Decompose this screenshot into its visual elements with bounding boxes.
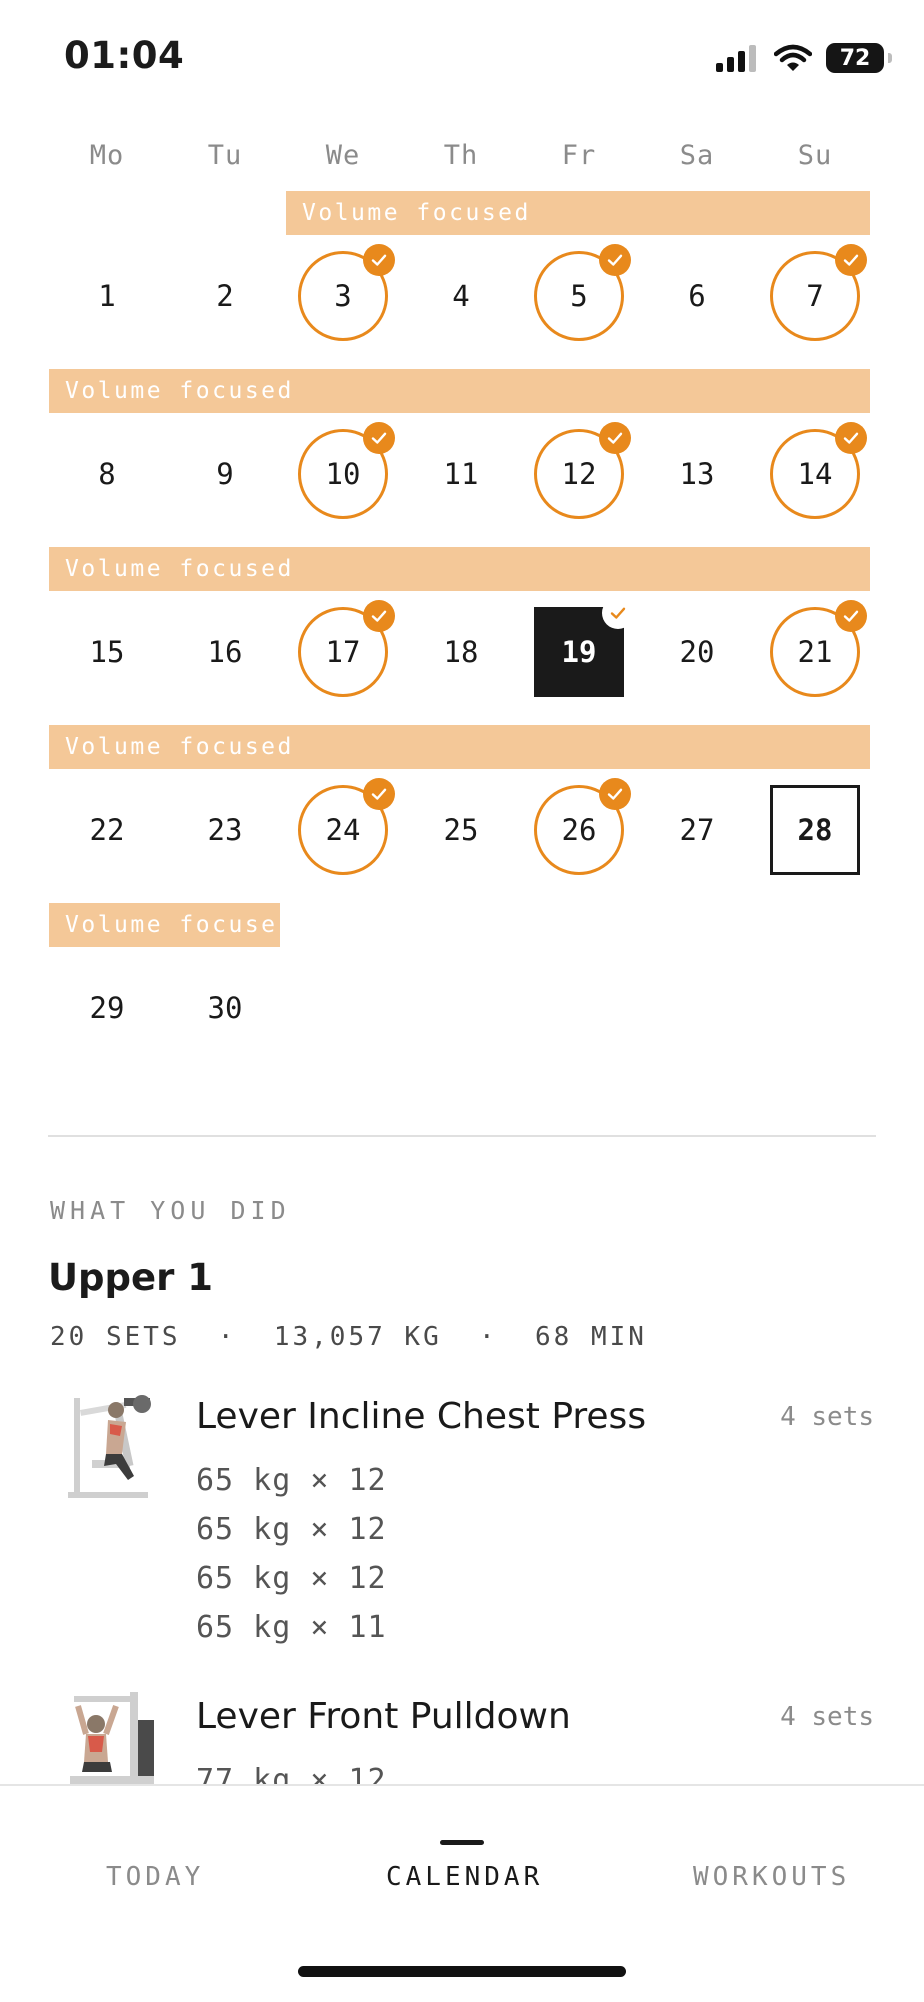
calendar-day-6[interactable]: 6 xyxy=(652,251,742,341)
day-number: 1 xyxy=(98,279,116,313)
check-icon xyxy=(599,422,631,454)
check-icon xyxy=(363,422,395,454)
calendar-day-3[interactable]: 3 xyxy=(298,244,395,341)
day-number: 12 xyxy=(561,457,597,491)
week-focus-banner: Volume focused xyxy=(49,369,870,413)
workout-stats: 20 SETS · 13,057 KG · 68 MIN xyxy=(50,1322,647,1352)
calendar-day-7[interactable]: 7 xyxy=(770,244,867,341)
calendar-day-10[interactable]: 10 xyxy=(298,422,395,519)
day-number: 3 xyxy=(334,279,352,313)
day-number: 17 xyxy=(325,635,361,669)
exercise-name: Lever Front Pulldown xyxy=(196,1696,571,1737)
calendar-day-27[interactable]: 27 xyxy=(652,785,742,875)
day-number: 24 xyxy=(325,813,361,847)
calendar-day-14[interactable]: 14 xyxy=(770,422,867,519)
calendar-day-16[interactable]: 16 xyxy=(180,607,270,697)
week-focus-banner: Volume focused xyxy=(49,547,870,591)
calendar-day-5[interactable]: 5 xyxy=(534,244,631,341)
day-number: 27 xyxy=(679,813,715,847)
calendar-day-30[interactable]: 30 xyxy=(180,963,270,1053)
set-line: 65 kg × 12 xyxy=(196,1512,387,1547)
calendar-day-29[interactable]: 29 xyxy=(62,963,152,1053)
set-line: 65 kg × 12 xyxy=(196,1561,387,1596)
week-focus-banner: Volume focused xyxy=(49,725,870,769)
check-icon xyxy=(599,244,631,276)
day-number: 22 xyxy=(89,813,125,847)
check-icon xyxy=(602,597,634,629)
calendar-day-18[interactable]: 18 xyxy=(416,607,506,697)
section-label: WHAT YOU DID xyxy=(50,1196,291,1225)
day-number: 20 xyxy=(679,635,715,669)
exercise-set-count: 4 sets xyxy=(780,1702,874,1732)
home-indicator xyxy=(298,1966,626,1977)
day-number: 21 xyxy=(797,635,833,669)
check-icon xyxy=(835,422,867,454)
check-icon xyxy=(599,778,631,810)
calendar-day-20[interactable]: 20 xyxy=(652,607,742,697)
calendar-day-25[interactable]: 25 xyxy=(416,785,506,875)
day-number: 6 xyxy=(688,279,706,313)
calendar-day-28[interactable]: 28 xyxy=(770,785,860,875)
day-number: 25 xyxy=(443,813,479,847)
exercise-set-count: 4 sets xyxy=(780,1402,874,1432)
calendar-day-2[interactable]: 2 xyxy=(180,251,270,341)
calendar-day-13[interactable]: 13 xyxy=(652,429,742,519)
calendar-day-1[interactable]: 1 xyxy=(62,251,152,341)
calendar-day-17[interactable]: 17 xyxy=(298,600,395,697)
day-number: 9 xyxy=(216,457,234,491)
day-number: 13 xyxy=(679,457,715,491)
exercise-sets: 65 kg × 12 65 kg × 12 65 kg × 12 65 kg ×… xyxy=(196,1456,387,1652)
tab-calendar[interactable]: CALENDAR xyxy=(386,1862,543,1892)
day-number: 23 xyxy=(207,813,243,847)
week-focus-banner: Volume focused xyxy=(286,191,870,235)
day-number: 19 xyxy=(561,635,597,669)
day-number: 2 xyxy=(216,279,234,313)
calendar-day-26[interactable]: 26 xyxy=(534,778,631,875)
calendar-day-15[interactable]: 15 xyxy=(62,607,152,697)
day-number: 26 xyxy=(561,813,597,847)
check-icon xyxy=(835,244,867,276)
divider xyxy=(48,1135,876,1137)
tab-workouts[interactable]: WORKOUTS xyxy=(693,1862,850,1892)
check-icon xyxy=(363,600,395,632)
day-number: 14 xyxy=(797,457,833,491)
check-icon xyxy=(363,244,395,276)
check-icon xyxy=(835,600,867,632)
set-line: 65 kg × 11 xyxy=(196,1610,387,1645)
calendar-day-22[interactable]: 22 xyxy=(62,785,152,875)
calendar-day-12[interactable]: 12 xyxy=(534,422,631,519)
week-focus-banner: Volume focuse xyxy=(49,903,280,947)
day-number: 29 xyxy=(89,991,125,1025)
active-tab-indicator xyxy=(440,1840,484,1845)
check-icon xyxy=(363,778,395,810)
chest-press-thumbnail xyxy=(68,1395,151,1498)
day-number: 8 xyxy=(98,457,116,491)
calendar-day-11[interactable]: 11 xyxy=(416,429,506,519)
day-number: 18 xyxy=(443,635,479,669)
day-number: 5 xyxy=(570,279,588,313)
calendar-day-8[interactable]: 8 xyxy=(62,429,152,519)
day-number: 10 xyxy=(325,457,361,491)
calendar-day-19[interactable]: 19 xyxy=(534,597,634,697)
day-number: 11 xyxy=(443,457,479,491)
calendar-day-23[interactable]: 23 xyxy=(180,785,270,875)
calendar-day-9[interactable]: 9 xyxy=(180,429,270,519)
day-number: 16 xyxy=(207,635,243,669)
day-number: 30 xyxy=(207,991,243,1025)
calendar-day-21[interactable]: 21 xyxy=(770,600,867,697)
tab-today[interactable]: TODAY xyxy=(106,1862,204,1892)
day-number: 15 xyxy=(89,635,125,669)
day-number: 7 xyxy=(806,279,824,313)
exercise-name: Lever Incline Chest Press xyxy=(196,1396,647,1437)
calendar-day-24[interactable]: 24 xyxy=(298,778,395,875)
day-number: 4 xyxy=(452,279,470,313)
calendar-day-4[interactable]: 4 xyxy=(416,251,506,341)
calendar-grid: Volume focused 1 2 3 4 5 6 7 Volume focused 8 9 10 1… xyxy=(0,0,924,1100)
day-number: 28 xyxy=(797,813,833,847)
set-line: 65 kg × 12 xyxy=(196,1463,387,1498)
workout-title[interactable]: Upper 1 xyxy=(48,1256,213,1299)
